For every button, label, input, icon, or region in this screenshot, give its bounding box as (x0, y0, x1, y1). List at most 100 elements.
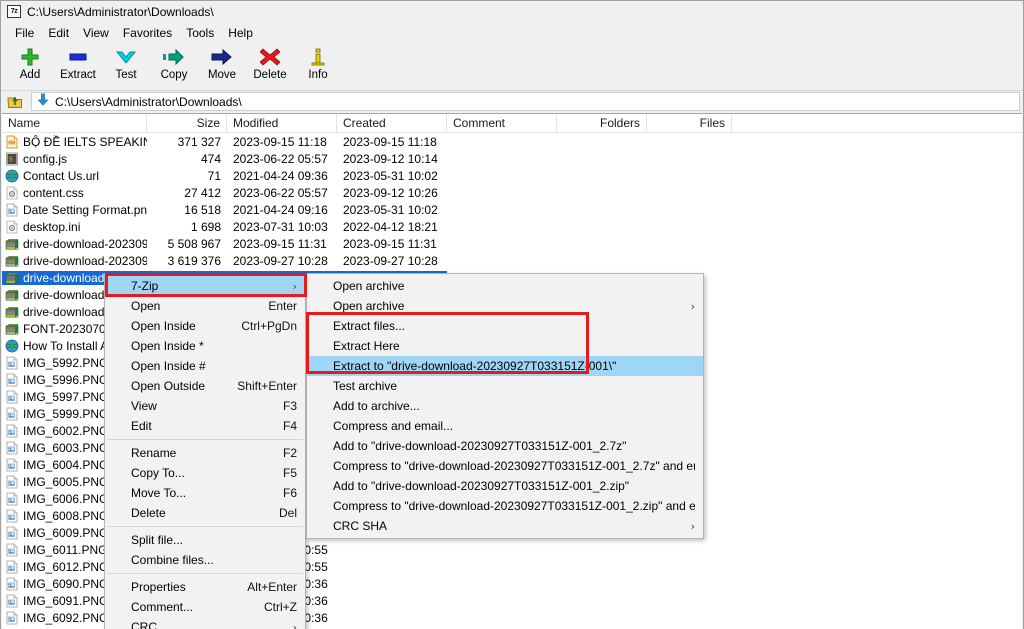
menu-item-label: Open Outside (131, 379, 206, 393)
column-header-size[interactable]: Size (147, 114, 227, 132)
menu-item-label: Split file... (131, 533, 184, 547)
column-header-created[interactable]: Created (337, 114, 447, 132)
extract-button[interactable]: Extract (54, 43, 102, 81)
column-header-comment[interactable]: Comment (447, 114, 557, 132)
plus-icon (15, 46, 45, 68)
table-row[interactable]: desktop.ini 1 698 2023-07-31 10:03 2022-04-… (2, 218, 1022, 235)
table-row[interactable]: content.css 27 412 2023-06-22 05:57 2023-09… (2, 184, 1022, 201)
ini-file-icon (5, 220, 19, 234)
menu-item-extract-here[interactable]: Extract Here (307, 336, 703, 356)
menu-item-copy-to[interactable]: Copy To... F5 (105, 463, 305, 483)
image-file-icon (5, 390, 19, 404)
menu-item-delete[interactable]: Delete Del (105, 503, 305, 523)
menu-item-rename[interactable]: Rename F2 (105, 443, 305, 463)
menu-item-add-to-drive-download-20230927t033151z-0[interactable]: Add to "drive-download-20230927T033151Z-… (307, 436, 703, 456)
menu-item-label: Add to archive... (333, 399, 420, 413)
zip-archive-icon (5, 305, 19, 319)
zip-archive-icon (5, 237, 19, 251)
file-size-cell: 1 698 (190, 219, 221, 234)
info-button[interactable]: Info (294, 43, 342, 81)
table-row[interactable]: Contact Us.url 71 2021-04-24 09:36 2023-05-… (2, 167, 1022, 184)
menu-item-label: CRC SHA (333, 519, 388, 533)
menu-view[interactable]: View (76, 24, 116, 42)
menu-item-label: View (131, 399, 157, 413)
chevron-right-icon: › (690, 519, 695, 533)
column-header-modified[interactable]: Modified (227, 114, 337, 132)
file-created-cell: 2023-09-12 10:26 (343, 185, 438, 200)
menu-item-label: Compress and email... (333, 419, 454, 433)
file-name-label: IMG_6090.PNG (23, 576, 109, 591)
title-bar: 7z C:\Users\Administrator\Downloads\ (1, 1, 1023, 22)
menu-item-7-zip[interactable]: 7-Zip › (105, 276, 305, 296)
menu-item-split-file[interactable]: Split file... (105, 530, 305, 550)
column-header-name[interactable]: Name (2, 114, 147, 132)
column-header-folders[interactable]: Folders (557, 114, 647, 132)
menu-tools[interactable]: Tools (179, 24, 221, 42)
info-label: Info (308, 69, 328, 81)
menu-item-crc[interactable]: CRC › (105, 617, 305, 629)
file-name-label: IMG_6003.PNG (23, 440, 109, 455)
menu-item-add-to-drive-download-20230927t033151z-0[interactable]: Add to "drive-download-20230927T033151Z-… (307, 476, 703, 496)
menu-item-test-archive[interactable]: Test archive (307, 376, 703, 396)
add-button[interactable]: Add (6, 43, 54, 81)
image-file-icon (5, 407, 19, 421)
image-file-icon (5, 509, 19, 523)
menu-item-open-inside[interactable]: Open Inside # (105, 356, 305, 376)
table-row[interactable]: drive-download-202309... 3 619 376 2023-09… (2, 252, 1022, 269)
path-text: C:\Users\Administrator\Downloads\ (55, 94, 242, 109)
menu-help[interactable]: Help (221, 24, 260, 42)
table-row[interactable]: Sconfig.js 474 2023-06-22 05:57 2023-09-12 … (2, 150, 1022, 167)
file-name-cell: drive-download-202309... (2, 254, 147, 268)
menu-file[interactable]: File (8, 24, 41, 42)
file-name-label: IMG_6091.PNG (23, 593, 109, 608)
menu-item-combine-files[interactable]: Combine files... (105, 550, 305, 570)
menu-item-add-to-archive[interactable]: Add to archive... (307, 396, 703, 416)
menu-item-open-archive[interactable]: Open archive › (307, 296, 703, 316)
pdf-file-icon: PDF (5, 135, 19, 149)
delete-button[interactable]: Delete (246, 43, 294, 81)
menu-item-open-archive[interactable]: Open archive (307, 276, 703, 296)
menu-item-edit[interactable]: Edit F4 (105, 416, 305, 436)
image-file-icon (5, 611, 19, 625)
menu-item-view[interactable]: View F3 (105, 396, 305, 416)
file-name-label: BỘ ĐỀ IELTS SPEAKING ... (23, 134, 147, 149)
menu-item-compress-to-drive-download-20230927t0331[interactable]: Compress to "drive-download-20230927T033… (307, 496, 703, 516)
menu-item-open-inside[interactable]: Open Inside Ctrl+PgDn (105, 316, 305, 336)
move-button[interactable]: Move (198, 43, 246, 81)
menu-item-open-inside[interactable]: Open Inside * (105, 336, 305, 356)
chevron-right-icon: › (690, 299, 695, 313)
file-name-cell: PDF BỘ ĐỀ IELTS SPEAKING ... (2, 135, 147, 149)
image-file-icon (5, 560, 19, 574)
delete-label: Delete (253, 69, 287, 81)
table-row[interactable]: PDF BỘ ĐỀ IELTS SPEAKING ... 371 327 2023-0… (2, 133, 1022, 150)
sevenzip-submenu[interactable]: Open archive Open archive › Extract files..… (306, 273, 704, 539)
test-button[interactable]: Test (102, 43, 150, 81)
menu-item-extract-to-drive-download-20230927t03315[interactable]: Extract to "drive-download-20230927T0331… (307, 356, 703, 376)
copy-button[interactable]: Copy (150, 43, 198, 81)
menu-item-label: Extract files... (333, 319, 406, 333)
menu-item-compress-to-drive-download-20230927t0331[interactable]: Compress to "drive-download-20230927T033… (307, 456, 703, 476)
menu-item-comment[interactable]: Comment... Ctrl+Z (105, 597, 305, 617)
menu-item-crc-sha[interactable]: CRC SHA › (307, 516, 703, 536)
path-combobox[interactable]: C:\Users\Administrator\Downloads\ (31, 92, 1020, 111)
table-row[interactable]: Date Setting Format.png 16 518 2021-04-24 … (2, 201, 1022, 218)
menu-item-open-outside[interactable]: Open Outside Shift+Enter (105, 376, 305, 396)
file-name-cell: drive-download-202309... (2, 237, 147, 251)
chevron-down-icon (111, 46, 141, 68)
context-menu[interactable]: 7-Zip › Open Enter Open Inside Ctrl+PgDn Open … (104, 273, 306, 629)
menu-favorites[interactable]: Favorites (116, 24, 179, 42)
image-file-icon (5, 458, 19, 472)
menu-item-extract-files[interactable]: Extract files... (307, 316, 703, 336)
menu-item-move-to[interactable]: Move To... F6 (105, 483, 305, 503)
folder-up-icon[interactable] (5, 92, 25, 111)
x-cross-icon (255, 46, 285, 68)
js-file-icon: S (5, 152, 19, 166)
table-row[interactable]: drive-download-202309... 5 508 967 2023-09… (2, 235, 1022, 252)
menu-item-open[interactable]: Open Enter (105, 296, 305, 316)
file-created-cell: 2023-09-12 10:14 (343, 151, 438, 166)
menu-item-compress-and-email[interactable]: Compress and email... (307, 416, 703, 436)
menu-item-properties[interactable]: Properties Alt+Enter (105, 577, 305, 597)
column-header-files[interactable]: Files (647, 114, 732, 132)
menu-edit[interactable]: Edit (41, 24, 76, 42)
file-modified-cell: 2023-09-15 11:31 (233, 236, 327, 251)
